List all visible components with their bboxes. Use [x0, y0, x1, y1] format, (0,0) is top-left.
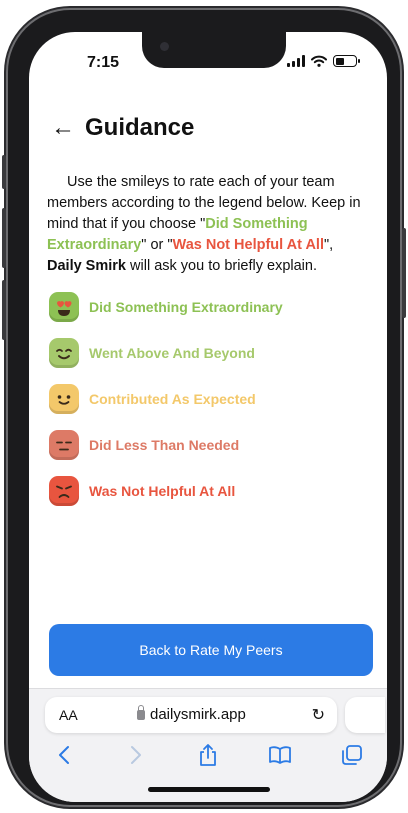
intro-part: Use the smileys to rate each of your tea…: [47, 174, 361, 232]
legend-label: Was Not Helpful At All: [89, 483, 236, 499]
lock-icon: [137, 704, 145, 720]
browser-chrome: AA dailysmirk.app ↻: [29, 688, 387, 802]
content-smiley-icon: [49, 338, 79, 368]
legend-list: Did Something Extraordinary Went Above A…: [49, 284, 283, 514]
status-icons: [287, 55, 360, 67]
intro-part: will ask you to briefly explain.: [126, 258, 317, 274]
status-time: 7:15: [87, 54, 120, 71]
page-title: Guidance: [85, 114, 195, 141]
url-text: dailysmirk.app: [150, 706, 246, 723]
legend-item-less-than-needed: Did Less Than Needed: [49, 422, 283, 468]
legend-item-extraordinary: Did Something Extraordinary: [49, 284, 283, 330]
share-icon[interactable]: [193, 741, 223, 769]
unamused-smiley-icon: [49, 430, 79, 460]
legend-label: Did Less Than Needed: [89, 437, 240, 453]
home-indicator: [148, 787, 270, 792]
url-display: dailysmirk.app: [137, 704, 246, 723]
intro-part: " or ": [141, 237, 173, 253]
back-icon[interactable]: [49, 741, 79, 769]
legend-item-not-helpful: Was Not Helpful At All: [49, 468, 283, 514]
screen: 7:15 ← Guidance Use the smileys to rate …: [29, 32, 387, 802]
text-size-button[interactable]: AA: [59, 707, 78, 723]
browser-toolbar: [29, 741, 387, 769]
forward-icon[interactable]: [121, 741, 151, 769]
next-tab-preview[interactable]: [345, 697, 385, 733]
bookmarks-icon[interactable]: [265, 741, 295, 769]
legend-label: Went Above And Beyond: [89, 345, 255, 361]
back-to-rate-peers-button[interactable]: Back to Rate My Peers: [49, 624, 373, 676]
power-button: [402, 228, 406, 318]
smile-smiley-icon: [49, 384, 79, 414]
intro-part: ",: [323, 237, 334, 253]
intro-brand-name: Daily Smirk: [47, 258, 126, 274]
volume-down-button: [2, 280, 6, 340]
address-bar[interactable]: AA dailysmirk.app ↻: [45, 697, 337, 733]
back-arrow-icon[interactable]: ←: [51, 116, 75, 140]
wifi-icon: [311, 55, 327, 67]
legend-item-above-beyond: Went Above And Beyond: [49, 330, 283, 376]
intro-text: Use the smileys to rate each of your tea…: [47, 172, 369, 277]
angry-smiley-icon: [49, 476, 79, 506]
camera-icon: [160, 42, 169, 51]
page-header: ← Guidance: [51, 114, 194, 142]
heart-eyes-smiley-icon: [49, 292, 79, 322]
legend-label: Contributed As Expected: [89, 391, 256, 407]
tabs-icon[interactable]: [337, 741, 367, 769]
dynamic-island: [142, 32, 286, 68]
battery-icon: [333, 55, 360, 67]
intro-highlight-not-helpful: Was Not Helpful At All: [172, 237, 324, 253]
legend-item-as-expected: Contributed As Expected: [49, 376, 283, 422]
signal-icon: [287, 55, 305, 67]
volume-up-button: [2, 208, 6, 268]
reload-icon[interactable]: ↻: [312, 705, 325, 725]
action-button: [2, 155, 6, 189]
phone-frame: 7:15 ← Guidance Use the smileys to rate …: [2, 10, 406, 805]
legend-label: Did Something Extraordinary: [89, 299, 283, 315]
